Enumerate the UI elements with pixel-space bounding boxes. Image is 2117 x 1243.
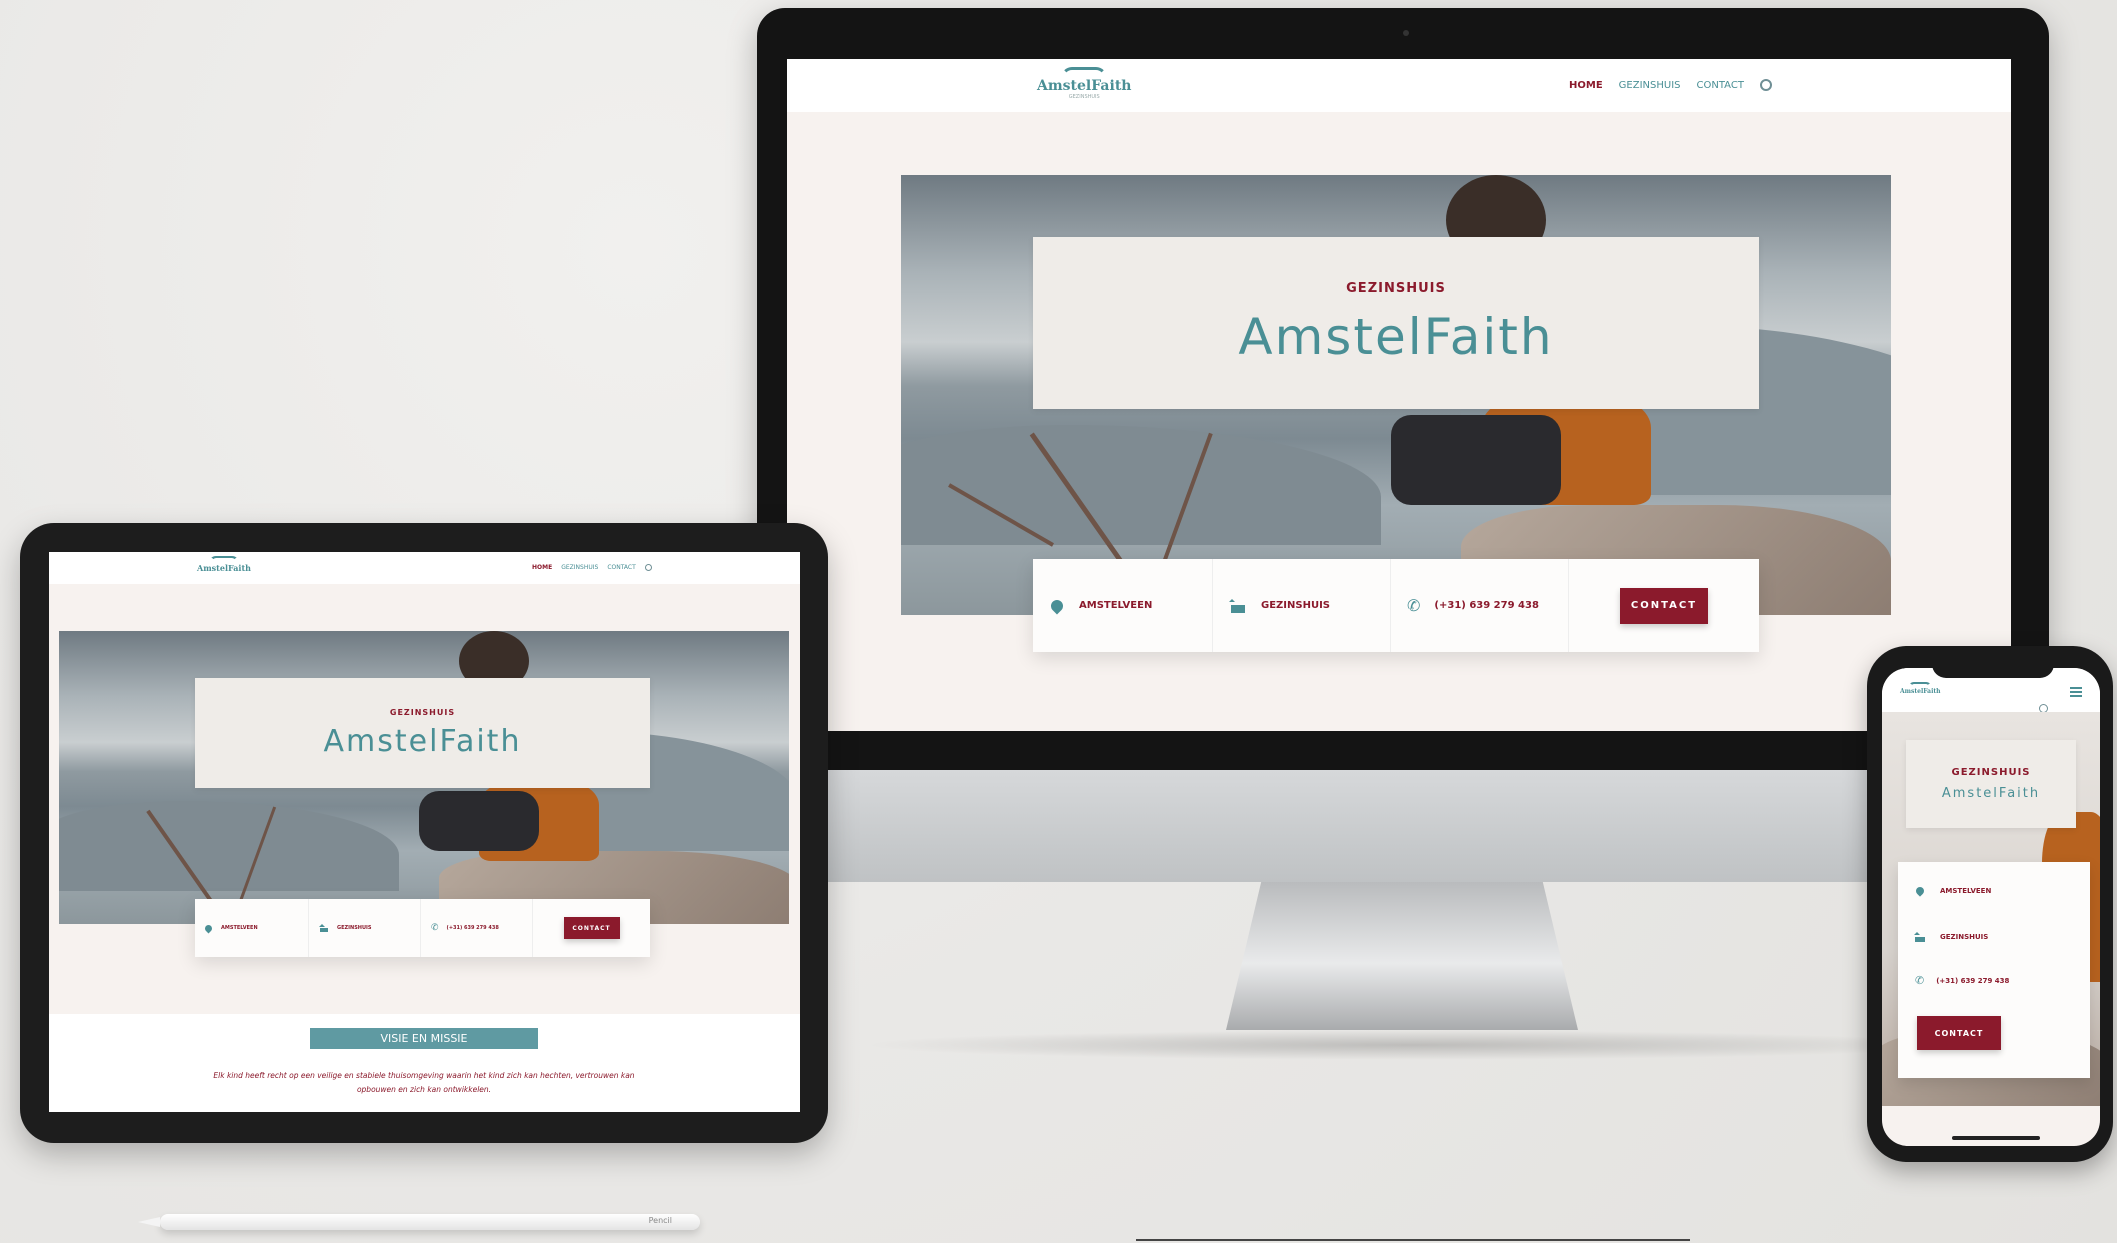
- hero-title: AmstelFaith: [323, 723, 522, 759]
- house-icon: [319, 924, 329, 932]
- info-type: GEZINSHUIS: [309, 899, 421, 957]
- mission-text: Elk kind heeft recht op een veilige en s…: [149, 1069, 699, 1097]
- tablet-header: AmstelFaith HOME GEZINSHUIS CONTACT: [49, 552, 800, 584]
- info-bar: AMSTELVEEN GEZINSHUIS ✆ (+31) 639 279 43…: [1033, 559, 1759, 652]
- desktop-site: AmstelFaith GEZINSHUIS HOME GEZINSHUIS C…: [787, 59, 2011, 731]
- logo-roof-icon: [208, 556, 239, 563]
- phone-site: AmstelFaith GEZINSHUIS AmstelFaith AMSTE…: [1882, 668, 2100, 1146]
- info-type: GEZINSHUIS: [1914, 932, 1988, 942]
- pin-icon: [1051, 600, 1063, 612]
- camera-dot: [1403, 30, 1409, 36]
- tablet-site: AmstelFaith HOME GEZINSHUIS CONTACT GEZI…: [49, 552, 800, 1112]
- info-location-label: AMSTELVEEN: [221, 925, 258, 931]
- info-type-label: GEZINSHUIS: [1261, 600, 1330, 611]
- nav-home[interactable]: HOME: [1569, 80, 1603, 91]
- info-type-label: GEZINSHUIS: [1940, 933, 1989, 941]
- info-phone-label[interactable]: (+31) 639 279 438: [1434, 600, 1539, 611]
- logo-subtext: GEZINSHUIS: [1068, 94, 1100, 100]
- phone-icon: ✆: [1915, 974, 1925, 987]
- phone-notch: [1932, 660, 2054, 678]
- logo-text: AmstelFaith: [1037, 78, 1132, 94]
- info-location-label: AMSTELVEEN: [1079, 600, 1153, 611]
- contact-button[interactable]: CONTACT: [563, 917, 620, 939]
- contact-button[interactable]: CONTACT: [1917, 1016, 2001, 1050]
- info-phone: ✆ (+31) 639 279 438: [421, 899, 533, 957]
- monitor-stand: [1226, 882, 1578, 1030]
- contact-button[interactable]: CONTACT: [1620, 587, 1708, 624]
- person-legs: [1391, 415, 1561, 505]
- monitor-chin: [827, 770, 1982, 882]
- hero-eyebrow: GEZINSHUIS: [389, 707, 456, 717]
- nav-contact[interactable]: CONTACT: [607, 564, 635, 571]
- phone-logo[interactable]: AmstelFaith: [1900, 682, 1940, 695]
- nav-contact[interactable]: CONTACT: [1697, 80, 1744, 91]
- logo-text: AmstelFaith: [197, 563, 251, 573]
- house-icon: [1229, 598, 1247, 613]
- info-phone: ✆ (+31) 639 279 438: [1391, 559, 1569, 652]
- phone-info-card: AMSTELVEEN GEZINSHUIS ✆ (+31) 639 279 43…: [1898, 862, 2090, 1078]
- nav-gezinshuis[interactable]: GEZINSHUIS: [1619, 80, 1681, 91]
- floor-shadow: [860, 1030, 1960, 1060]
- site-header: AmstelFaith GEZINSHUIS HOME GEZINSHUIS C…: [787, 59, 2011, 112]
- tablet-info-bar: AMSTELVEEN GEZINSHUIS ✆ (+31) 639 279 43…: [195, 899, 650, 957]
- tablet-logo[interactable]: AmstelFaith: [197, 556, 251, 573]
- site-logo[interactable]: AmstelFaith GEZINSHUIS: [1037, 67, 1131, 100]
- tablet-title-card: GEZINSHUIS AmstelFaith: [195, 678, 650, 788]
- phone-title-card: GEZINSHUIS AmstelFaith: [1906, 740, 2076, 828]
- tablet-nav: HOME GEZINSHUIS CONTACT: [532, 564, 652, 571]
- hero-title-card: GEZINSHUIS AmstelFaith: [1033, 237, 1759, 409]
- pin-icon: [1916, 887, 1924, 895]
- info-location: AMSTELVEEN: [1033, 559, 1213, 652]
- nav-gezinshuis[interactable]: GEZINSHUIS: [561, 564, 598, 571]
- info-phone-label[interactable]: (+31) 639 279 438: [1936, 977, 2009, 985]
- info-location-label: AMSTELVEEN: [1940, 887, 1992, 895]
- hero-eyebrow: GEZINSHUIS: [1951, 767, 2031, 778]
- nav-home[interactable]: HOME: [532, 564, 552, 571]
- hero-eyebrow: GEZINSHUIS: [1346, 280, 1446, 296]
- main-nav: HOME GEZINSHUIS CONTACT: [1569, 79, 1772, 91]
- info-type: GEZINSHUIS: [1213, 559, 1391, 652]
- mountain-shape: [901, 425, 1381, 545]
- pin-icon: [205, 925, 212, 932]
- info-phone-label[interactable]: (+31) 639 279 438: [447, 925, 499, 931]
- info-type-label: GEZINSHUIS: [337, 925, 372, 931]
- phone-icon: ✆: [1407, 596, 1421, 615]
- search-icon[interactable]: [644, 564, 652, 571]
- search-icon[interactable]: [1759, 79, 1772, 91]
- hero-title: AmstelFaith: [1238, 307, 1554, 366]
- apple-pencil: Pencil: [138, 1214, 700, 1230]
- info-location: AMSTELVEEN: [1916, 887, 1991, 895]
- mission-line-1: Elk kind heeft recht op een veilige en s…: [213, 1071, 635, 1080]
- floor-line: [1136, 1239, 1690, 1241]
- pencil-label: Pencil: [648, 1216, 672, 1225]
- info-cta-wrap: CONTACT: [1569, 587, 1759, 624]
- person-legs: [419, 791, 539, 851]
- hero-title: AmstelFaith: [1941, 786, 2041, 801]
- info-cta-wrap: CONTACT: [533, 917, 650, 939]
- visie-missie-button[interactable]: VISIE EN MISSIE: [310, 1028, 538, 1049]
- info-phone: ✆ (+31) 639 279 438: [1915, 974, 2009, 987]
- tablet-mission-section: VISIE EN MISSIE Elk kind heeft recht op …: [49, 1014, 800, 1112]
- hamburger-icon[interactable]: [2070, 687, 2082, 697]
- mountain-shape: [59, 801, 399, 891]
- phone-icon: ✆: [431, 923, 439, 933]
- mission-line-2: opbouwen en zich kan ontwikkelen.: [356, 1085, 492, 1094]
- info-location: AMSTELVEEN: [195, 899, 309, 957]
- house-icon: [1914, 932, 1926, 942]
- logo-roof-icon: [1061, 67, 1108, 78]
- logo-text: AmstelFaith: [1900, 688, 1941, 695]
- phone-home-indicator: [1952, 1136, 2040, 1140]
